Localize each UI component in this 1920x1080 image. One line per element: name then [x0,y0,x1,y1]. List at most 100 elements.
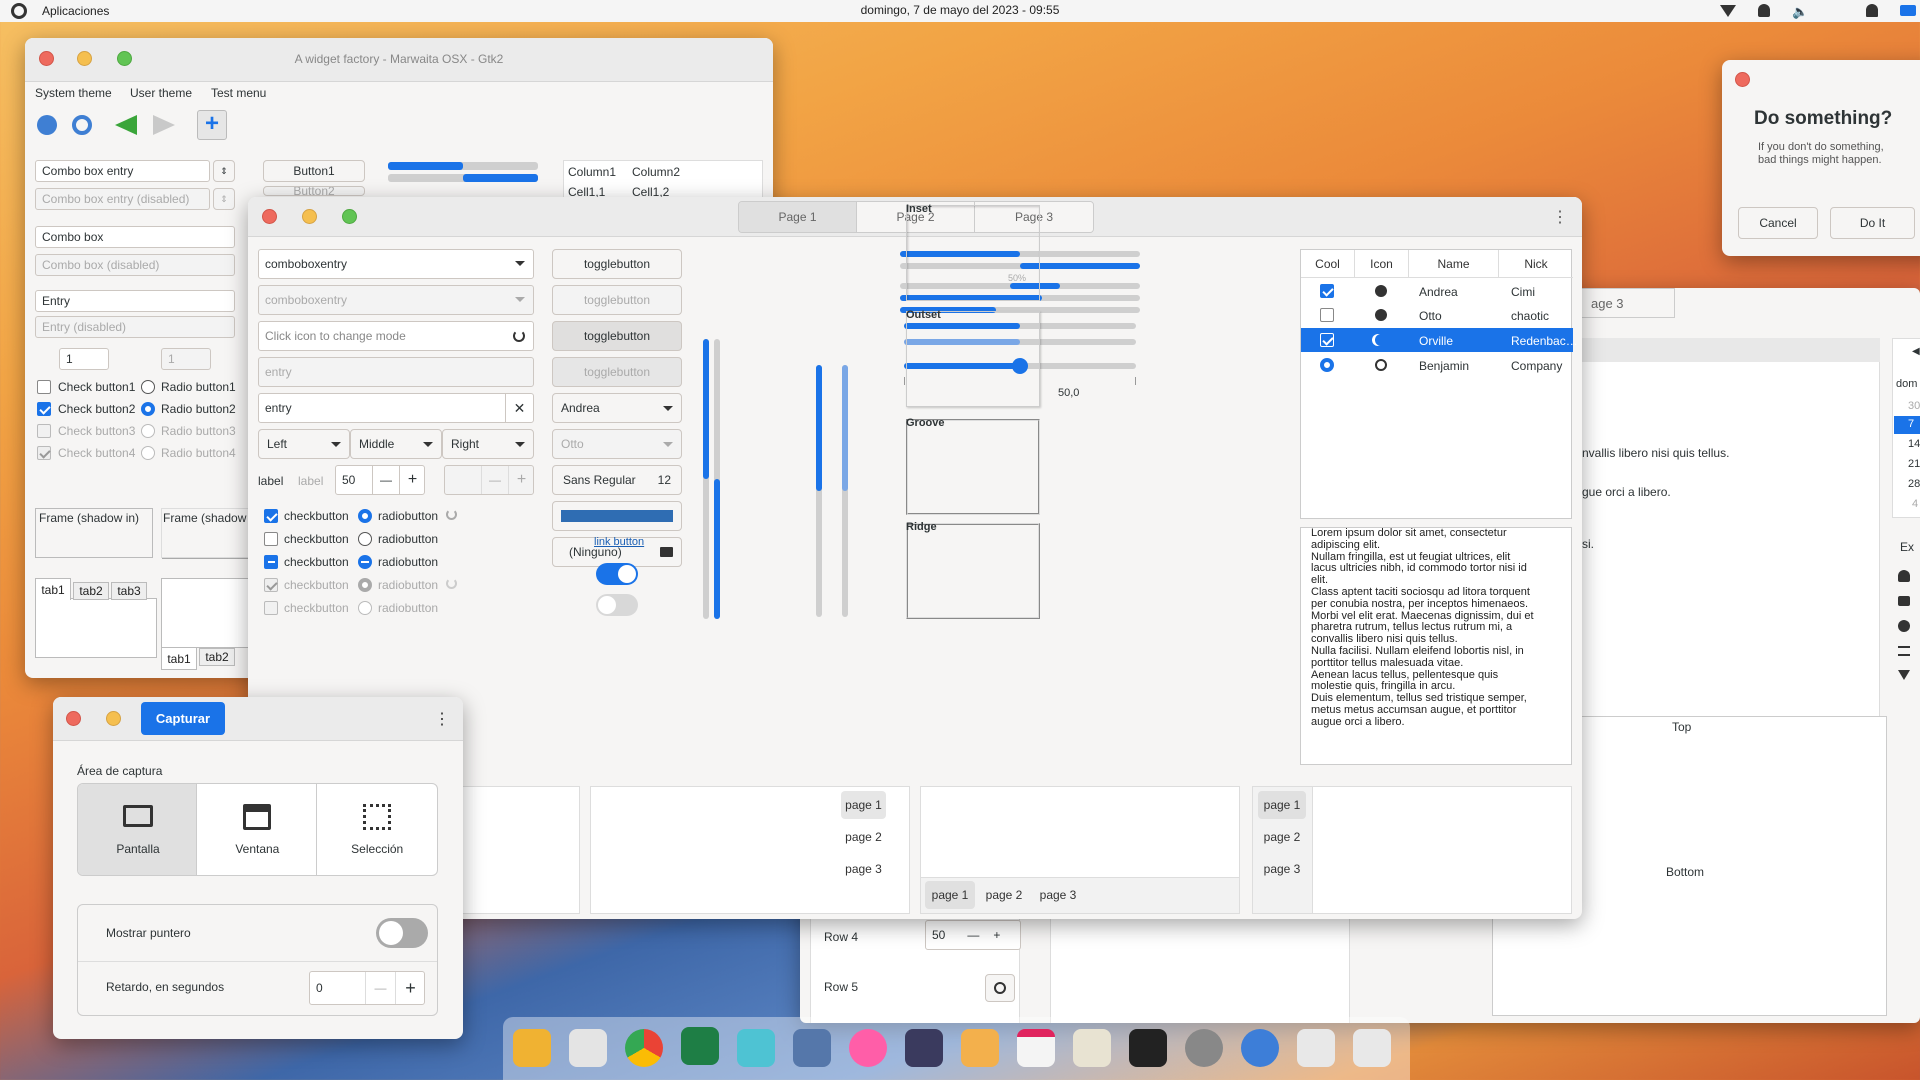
maximize-button[interactable] [342,209,357,224]
delay-spin[interactable]: 0— + [309,971,425,1005]
right-combo[interactable]: Right [442,429,534,459]
applications-menu[interactable]: Aplicaciones [42,4,109,18]
clock[interactable]: domingo, 7 de mayo del 2023 - 09:55 [0,3,1920,17]
minus-button[interactable]: — [372,466,399,494]
tree-name[interactable]: Otto [1419,309,1442,323]
tree-nick[interactable]: Redenbac… [1511,334,1578,348]
radio-button-1[interactable] [141,380,155,394]
radio-button-2[interactable] [141,402,155,416]
tree-nick[interactable]: Company [1511,359,1562,373]
activities-icon[interactable] [11,3,27,19]
page-2-tab[interactable]: page 2 [979,881,1029,909]
bg-tab[interactable]: age 3 [1580,288,1675,318]
combo-box-entry[interactable]: Combo box entry [35,160,210,182]
top-tab[interactable]: Top [1672,720,1691,734]
spin-entry[interactable]: 50— + [335,465,425,495]
color-button[interactable] [552,501,682,531]
bottom-tab-1[interactable]: tab1 [161,648,197,670]
name-column-header[interactable]: Name [1409,250,1499,277]
andrea-combo[interactable]: Andrea [552,393,682,423]
menu-user-theme[interactable]: User theme [130,86,192,100]
volume-icon[interactable]: 🔈 [1792,4,1808,20]
image-viewer-icon[interactable] [793,1029,831,1067]
vertical-scale-3[interactable] [816,365,822,617]
middle-combo[interactable]: Middle [350,429,442,459]
tab-2[interactable]: tab2 [73,582,109,600]
network-icon[interactable] [1720,5,1736,17]
battery-icon[interactable] [1900,5,1916,16]
tab-3[interactable]: tab3 [111,582,147,600]
icon-column-header[interactable]: Icon [1355,250,1409,277]
back-icon[interactable] [115,115,137,135]
page-1-tab[interactable]: page 1 [925,881,975,909]
font-button[interactable]: Sans Regular 12 [552,465,682,495]
plus-icon[interactable]: + [993,928,1000,942]
check-button-1[interactable] [37,380,51,394]
show-pointer-switch[interactable] [376,918,428,948]
more-menu-icon[interactable]: ⋮ [1552,207,1568,227]
screen-mode-button[interactable]: Pantalla [78,784,198,875]
left-combo[interactable]: Left [258,429,350,459]
help-icon[interactable] [37,115,57,135]
combo-box-entry-button[interactable]: ⇕ [213,160,235,182]
calendar-day-selected[interactable]: 7 [1894,416,1920,434]
refresh-icon[interactable] [72,115,92,135]
vertical-scale-4[interactable] [842,365,848,617]
page-1-tab[interactable]: page 1 [841,791,886,819]
settings-icon[interactable] [1185,1029,1223,1067]
minimize-button[interactable] [106,711,121,726]
calendar-day[interactable]: 4 [1912,498,1918,510]
screenshot-icon[interactable] [737,1029,775,1067]
close-button[interactable] [262,209,277,224]
dropdown-arrow-icon[interactable] [515,261,525,266]
files-icon[interactable] [513,1029,551,1067]
entry-with-clear[interactable]: entry ✕ [258,393,534,423]
page-2-tab[interactable]: page 2 [1258,823,1306,851]
expander[interactable]: Ex [1900,540,1914,554]
tree-nick[interactable]: Cimi [1511,285,1535,299]
page-1-tab[interactable]: Page 1 [739,202,857,232]
minus-icon[interactable]: — [967,928,979,942]
row-5-clock-button[interactable] [985,974,1015,1002]
notifications-icon[interactable] [1758,4,1770,17]
cool-check[interactable] [1320,284,1334,298]
bottom-tab-2[interactable]: tab2 [199,648,235,666]
plus-button[interactable]: + [395,972,425,1004]
lollipop-icon[interactable] [849,1029,887,1067]
tree-name[interactable]: Andrea [1419,285,1458,299]
user-icon[interactable] [1866,4,1878,17]
mail-icon[interactable] [961,1029,999,1067]
row-4-spin[interactable]: 50— + [925,920,1021,950]
calendar-icon[interactable] [1017,1029,1055,1067]
spin-button[interactable]: 1 [59,348,109,370]
combobox-entry[interactable]: comboboxentry [258,249,534,279]
tab-1[interactable]: tab1 [35,578,71,600]
nick-column-header[interactable]: Nick [1499,250,1573,277]
radiobutton-on[interactable] [358,509,372,523]
tree-nick[interactable]: chaotic [1511,309,1549,323]
cool-column-header[interactable]: Cool [1301,250,1355,277]
refresh-icon[interactable] [513,330,525,342]
page-1-tab[interactable]: page 1 [1258,791,1306,819]
page-3-tab[interactable]: page 3 [841,855,886,883]
spreadsheet-icon[interactable] [681,1027,719,1065]
entry-placeholder[interactable]: entry [258,357,534,387]
page-3-tab[interactable]: page 3 [1033,881,1083,909]
link-button[interactable]: link button [594,536,644,548]
button-1[interactable]: Button1 [263,160,365,182]
terminal-icon[interactable] [1129,1029,1167,1067]
capture-button[interactable]: Capturar [141,702,225,735]
cool-radio[interactable] [1320,358,1334,372]
menu-icon[interactable]: ⋮ [434,709,450,729]
widget-factory-2-icon[interactable] [1353,1029,1391,1067]
do-it-button[interactable]: Do It [1830,207,1915,239]
cool-check[interactable] [1320,308,1334,322]
switch-on[interactable] [596,563,638,585]
checkbutton-checked[interactable] [264,509,278,523]
chrome-icon[interactable] [625,1029,663,1067]
add-icon[interactable]: + [197,110,227,140]
calendar-day[interactable]: 28 [1908,478,1920,490]
software-icon[interactable] [569,1029,607,1067]
column-2-header[interactable]: Column2 [632,165,680,179]
calendar-day[interactable]: 21 [1908,458,1920,470]
